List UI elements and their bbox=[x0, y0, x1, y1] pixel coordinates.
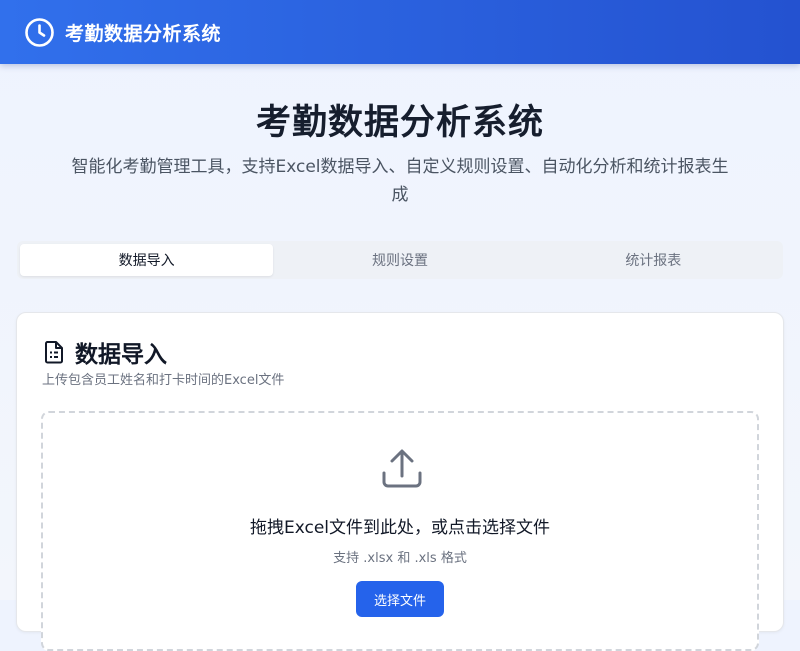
card-title: 数据导入 bbox=[75, 342, 167, 368]
file-dropzone[interactable]: 拖拽Excel文件到此处，或点击选择文件 支持 .xlsx 和 .xls 格式 … bbox=[41, 411, 759, 651]
choose-file-button[interactable]: 选择文件 bbox=[356, 581, 444, 617]
tab-statistics-report[interactable]: 统计报表 bbox=[527, 244, 780, 276]
card-header: 数据导入 bbox=[43, 335, 167, 369]
app-title: 考勤数据分析系统 bbox=[65, 22, 222, 45]
clock-icon bbox=[24, 17, 55, 48]
tab-rule-settings[interactable]: 规则设置 bbox=[273, 244, 526, 276]
page-subtitle: 智能化考勤管理工具，支持Excel数据导入、自定义规则设置、自动化分析和统计报表… bbox=[71, 157, 729, 205]
upload-icon bbox=[380, 447, 424, 491]
card-description: 上传包含员工姓名和打卡时间的Excel文件 bbox=[42, 373, 285, 388]
dropzone-instruction: 拖拽Excel文件到此处，或点击选择文件 bbox=[249, 518, 551, 538]
data-import-card: 数据导入 上传包含员工姓名和打卡时间的Excel文件 拖拽Excel文件到此处，… bbox=[16, 312, 784, 651]
document-icon bbox=[43, 340, 65, 364]
page-title: 考勤数据分析系统 bbox=[255, 103, 544, 143]
app-header: 考勤数据分析系统 bbox=[0, 0, 800, 64]
tab-bar: 数据导入 规则设置 统计报表 bbox=[17, 241, 783, 279]
tab-data-import[interactable]: 数据导入 bbox=[20, 244, 274, 276]
dropzone-format-hint: 支持 .xlsx 和 .xls 格式 bbox=[333, 551, 467, 566]
